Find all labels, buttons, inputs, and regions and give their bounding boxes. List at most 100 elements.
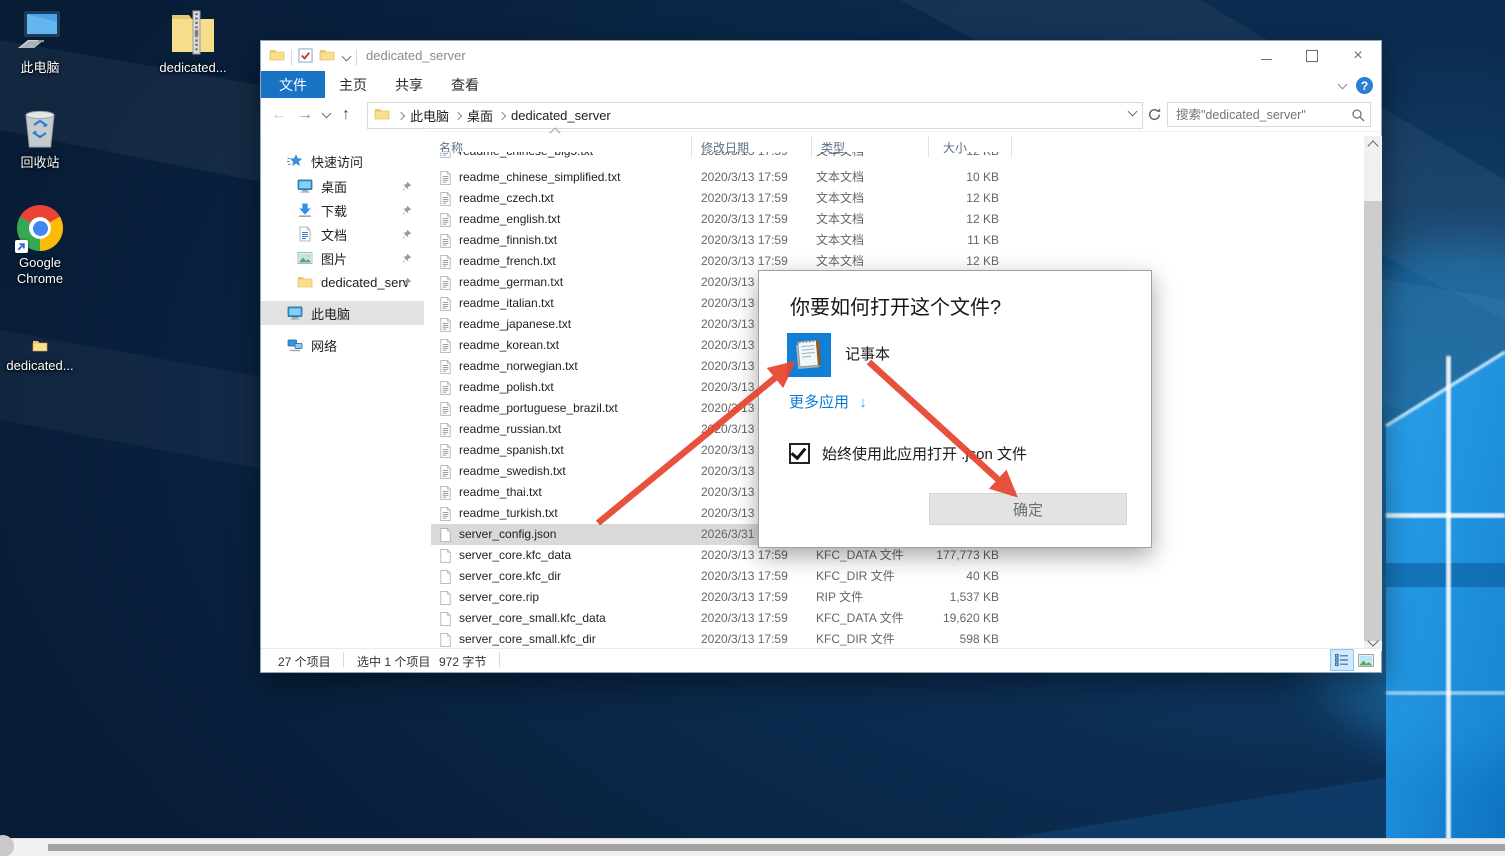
file-row-readme_czech.txt[interactable]: readme_czech.txt 2020/3/13 17:59 文本文档 12… <box>431 188 1011 209</box>
app-choice-notepad[interactable]: 记事本 <box>787 333 890 377</box>
breadcrumb-chevron-icon[interactable] <box>397 111 405 119</box>
breadcrumb-chevron-icon[interactable] <box>498 111 506 119</box>
file-type: 文本文档 <box>816 251 864 272</box>
file-type: RIP 文件 <box>816 587 863 608</box>
desktop-icon-3[interactable]: 回收站 <box>5 103 75 171</box>
desktop-icon-4[interactable]: Google Chrome <box>5 203 75 287</box>
text-file-icon <box>438 464 454 480</box>
thumbnail-view-button[interactable] <box>1354 649 1378 671</box>
file-row-server_core_small.kfc_dir[interactable]: server_core_small.kfc_dir 2020/3/13 17:5… <box>431 629 1011 650</box>
text-file-icon <box>438 191 454 207</box>
desktop-icon-2[interactable]: dedicated... <box>158 8 228 76</box>
breadcrumb-chevron-icon[interactable] <box>454 111 462 119</box>
close-button[interactable]: × <box>1335 41 1381 71</box>
notepad-icon <box>787 333 831 377</box>
help-icon[interactable]: ? <box>1356 77 1373 94</box>
file-row-readme_english.txt[interactable]: readme_english.txt 2020/3/13 17:59 文本文档 … <box>431 209 1011 230</box>
horizontal-scrollbar[interactable] <box>0 838 1505 856</box>
text-file-icon <box>438 359 454 375</box>
refresh-icon[interactable] <box>1147 107 1162 127</box>
file-size: 12 KB <box>966 209 999 230</box>
breadcrumb-item[interactable]: dedicated_server <box>509 108 613 123</box>
file-row-readme_chinese_big5.txt[interactable]: readme_chinese_big5.txt 2020/3/13 17:59 … <box>431 152 1011 163</box>
file-row-server_core_small.kfc_data[interactable]: server_core_small.kfc_data 2020/3/13 17:… <box>431 608 1011 629</box>
desktop-screen: 此电脑 dedicated... 回收站 Google Chrome dedic… <box>0 0 1505 856</box>
file-name: server_core_small.kfc_data <box>459 608 606 629</box>
pin-icon <box>401 228 412 239</box>
pin-icon <box>401 276 412 287</box>
file-date: 2020/3/13 <box>701 482 754 503</box>
tab-查看[interactable]: 查看 <box>437 71 493 100</box>
maximize-button[interactable] <box>1289 41 1335 71</box>
file-size: 40 KB <box>966 566 999 587</box>
sidebar-item-快速访问[interactable]: 快速访问 <box>261 149 424 173</box>
breadcrumb-item[interactable]: 桌面 <box>465 106 495 125</box>
checkmark-icon[interactable] <box>298 48 313 68</box>
address-bar-row: ← → ↑ 此电脑桌面 dedicated_server <box>261 98 1381 132</box>
tab-文件[interactable]: 文件 <box>261 71 325 100</box>
minimize-button[interactable] <box>1243 41 1289 71</box>
chevron-down-icon[interactable] <box>342 52 352 62</box>
forward-button[interactable]: → <box>297 107 313 123</box>
file-size: 10 KB <box>966 167 999 188</box>
tab-共享[interactable]: 共享 <box>381 71 437 100</box>
sidebar-item-此电脑[interactable]: 此电脑 <box>261 301 424 325</box>
scroll-up-icon[interactable] <box>1367 140 1378 151</box>
text-file-icon <box>438 506 454 522</box>
file-name: server_core_small.kfc_dir <box>459 629 596 650</box>
file-row-server_core.kfc_dir[interactable]: server_core.kfc_dir 2020/3/13 17:59 KFC_… <box>431 566 1011 587</box>
file-row-readme_french.txt[interactable]: readme_french.txt 2020/3/13 17:59 文本文档 1… <box>431 251 1011 272</box>
file-name: readme_french.txt <box>459 251 556 272</box>
file-row-readme_chinese_simplified.txt[interactable]: readme_chinese_simplified.txt 2020/3/13 … <box>431 167 1011 188</box>
text-file-icon <box>438 380 454 396</box>
hscrollbar-thumb[interactable] <box>48 844 1505 851</box>
sidebar-item-图片[interactable]: 图片 <box>261 246 424 270</box>
scrollbar-corner <box>0 835 14 856</box>
scrollbar-thumb[interactable] <box>1364 201 1382 641</box>
file-name: readme_swedish.txt <box>459 461 566 482</box>
file-name: readme_japanese.txt <box>459 314 571 335</box>
file-size: 12 KB <box>966 188 999 209</box>
document-icon <box>297 226 313 242</box>
desktop-icon-5[interactable]: dedicated... <box>5 306 75 374</box>
file-row-server_core.kfc_data[interactable]: server_core.kfc_data 2020/3/13 17:59 KFC… <box>431 545 1011 566</box>
file-row-server_core.rip[interactable]: server_core.rip 2020/3/13 17:59 RIP 文件 1… <box>431 587 1011 608</box>
desktop-icon-1[interactable]: 此电脑 <box>5 8 75 76</box>
sidebar-item-下载[interactable]: 下载 <box>261 198 424 222</box>
title-bar[interactable]: dedicated_server × <box>261 41 1381 71</box>
address-bar[interactable]: 此电脑桌面 dedicated_server <box>367 102 1143 129</box>
back-button[interactable]: ← <box>271 107 287 123</box>
pictures-icon <box>297 250 313 266</box>
search-input[interactable] <box>1168 103 1370 126</box>
sidebar-item-dedicated_serv[interactable]: dedicated_serv <box>261 270 424 294</box>
text-file-icon <box>438 275 454 291</box>
file-name: readme_chinese_simplified.txt <box>459 167 620 188</box>
vertical-scrollbar[interactable] <box>1364 136 1382 651</box>
breadcrumb-item[interactable]: 此电脑 <box>408 106 451 125</box>
list-view-button[interactable] <box>1330 649 1354 671</box>
this-pc-icon <box>5 8 75 56</box>
sidebar-item-文档[interactable]: 文档 <box>261 222 424 246</box>
folder-icon[interactable] <box>319 47 335 68</box>
always-use-checkbox[interactable] <box>789 443 810 464</box>
file-type: 文本文档 <box>816 230 864 251</box>
address-dropdown-chevron-icon[interactable] <box>1128 107 1138 117</box>
sidebar-item-网络[interactable]: 网络 <box>261 333 424 357</box>
selected-size: 972 字节 <box>439 653 486 670</box>
search-box[interactable] <box>1167 102 1371 127</box>
file-size: 598 KB <box>960 629 999 650</box>
file-icon <box>438 590 454 606</box>
file-size: 1,537 KB <box>950 587 999 608</box>
file-row-readme_finnish.txt[interactable]: readme_finnish.txt 2020/3/13 17:59 文本文档 … <box>431 230 1011 251</box>
ribbon-expand-chevron-icon[interactable] <box>1338 80 1348 90</box>
tab-主页[interactable]: 主页 <box>325 71 381 100</box>
file-size: 19,620 KB <box>943 608 999 629</box>
ok-button[interactable]: 确定 <box>929 493 1127 525</box>
recent-locations-chevron-icon[interactable] <box>322 109 332 119</box>
sidebar-item-桌面[interactable]: 桌面 <box>261 174 424 198</box>
up-button[interactable]: ↑ <box>342 107 350 123</box>
more-apps-link[interactable]: 更多应用 ↓ <box>789 391 867 412</box>
search-icon <box>1351 108 1365 122</box>
file-type: KFC_DIR 文件 <box>816 566 895 587</box>
file-name: readme_italian.txt <box>459 293 554 314</box>
